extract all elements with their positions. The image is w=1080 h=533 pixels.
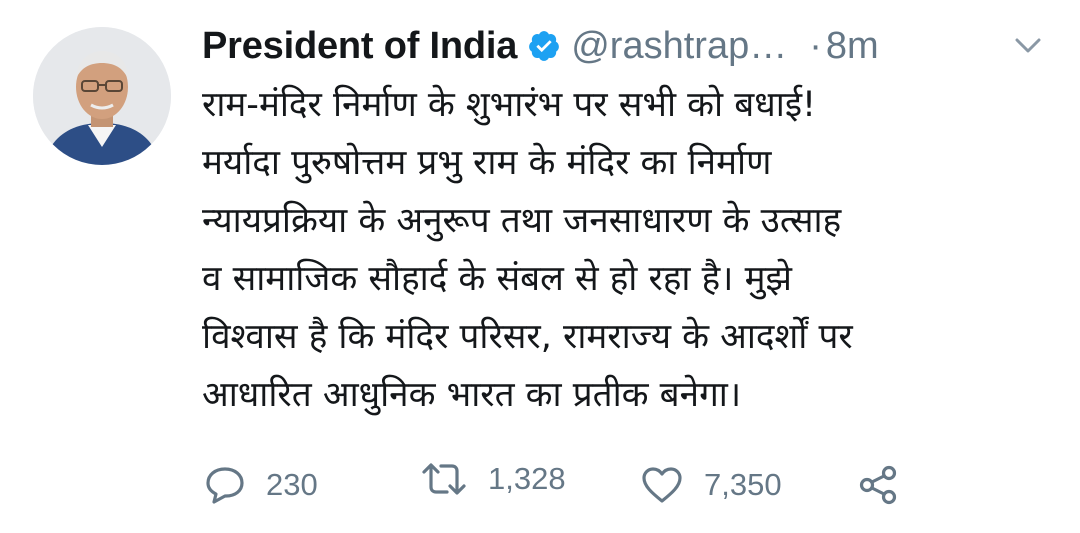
tweet-header: President of India @rashtrap… · 8m (202, 18, 1052, 74)
share-button[interactable] (858, 455, 900, 515)
reply-icon (204, 465, 246, 505)
author-handle[interactable]: @rashtrap… (571, 25, 787, 68)
retweet-icon (420, 459, 468, 499)
tweet-timestamp[interactable]: 8m (826, 25, 879, 68)
retweet-count: 1,328 (488, 461, 566, 496)
share-icon (858, 464, 900, 506)
avatar[interactable] (33, 27, 171, 165)
heart-icon (640, 465, 684, 505)
chevron-down-icon[interactable] (1010, 30, 1046, 60)
author-name[interactable]: President of India (202, 25, 517, 68)
retweet-button[interactable]: 1,328 (420, 449, 566, 509)
tweet-text-line: राम-मंदिर निर्माण के शुभारंभ पर सभी को ब… (202, 85, 817, 125)
verified-badge-icon (527, 29, 561, 63)
tweet-text-line: आधारित आधुनिक भारत का प्रतीक बनेगा। (202, 375, 742, 415)
tweet-text-line: विश्वास है कि मंदिर परिसर, रामराज्य के आ… (202, 317, 853, 357)
tweet-text: राम-मंदिर निर्माण के शुभारंभ पर सभी को ब… (202, 76, 1052, 424)
tweet-text-line: मर्यादा पुरुषोत्तम प्रभु राम के मंदिर का… (202, 143, 772, 183)
reply-button[interactable]: 230 (204, 455, 318, 515)
tweet-actions: 230 1,328 7,350 (202, 455, 1062, 515)
like-button[interactable]: 7,350 (640, 455, 782, 515)
tweet-text-line: न्यायप्रक्रिया के अनुरूप तथा जनसाधारण के… (202, 201, 842, 241)
reply-count: 230 (266, 467, 318, 502)
tweet-card[interactable]: President of India @rashtrap… · 8m राम-म… (0, 0, 1080, 533)
separator-dot: · (809, 24, 822, 67)
like-count: 7,350 (704, 467, 782, 502)
tweet-text-line: व सामाजिक सौहार्द के संबल से हो रहा है। … (202, 259, 792, 299)
